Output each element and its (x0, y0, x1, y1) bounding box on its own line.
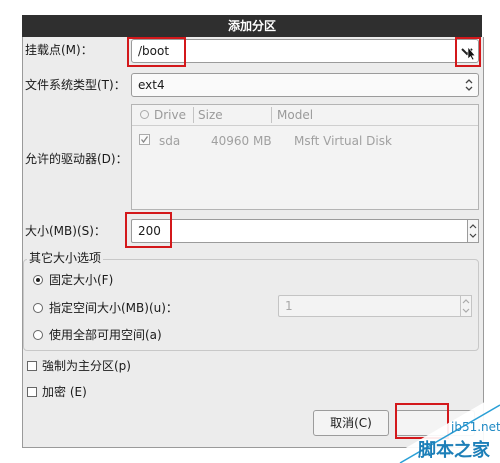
size-spin-buttons[interactable] (467, 219, 479, 243)
encrypt-label[interactable]: 加密 (E) (42, 384, 87, 400)
col-size[interactable]: Size (198, 108, 223, 122)
use-all-space-label[interactable]: 使用全部可用空间(a) (49, 327, 162, 343)
specify-size-field[interactable]: 1 (278, 295, 462, 317)
size-label: 大小(MB)(S)： (25, 224, 106, 238)
drives-table[interactable]: Drive Size Model sda 40960 MB Msft Virtu… (131, 104, 479, 210)
specify-size-label[interactable]: 指定空间大小(MB)(u)： (49, 300, 178, 316)
col-model[interactable]: Model (277, 108, 313, 122)
specify-size-value: 1 (285, 299, 293, 313)
watermark-site: jb51.net (451, 420, 500, 434)
header-radio-icon (140, 110, 149, 119)
size-highlight (125, 212, 172, 248)
specify-size-radio[interactable] (33, 303, 43, 313)
cancel-button[interactable]: 取消(C) (313, 410, 389, 436)
force-primary-checkbox[interactable] (27, 361, 37, 371)
drive-checkbox[interactable] (139, 134, 150, 145)
mount-point-label: 挂载点(M)： (25, 43, 93, 57)
updown-arrows-icon (464, 78, 474, 95)
fs-type-combo[interactable]: ext4 (131, 73, 479, 97)
fs-type-value: ext4 (138, 78, 165, 92)
dialog-title: 添加分区 (22, 15, 482, 37)
other-size-legend: 其它大小选项 (27, 250, 104, 266)
watermark-brand: 脚本之家 (418, 440, 490, 461)
fixed-size-radio[interactable] (33, 275, 43, 285)
force-primary-label[interactable]: 強制为主分区(p) (42, 358, 131, 374)
mount-point-highlight (127, 37, 186, 67)
fs-type-label: 文件系统类型(T)： (25, 78, 126, 92)
drive-size: 40960 MB (211, 134, 272, 148)
add-partition-dialog: 挂载点(M)： /boot 文件系统类型(T)： ext4 允许的驱动器(D)：… (22, 37, 484, 448)
specify-size-spin-buttons[interactable] (460, 295, 472, 317)
drive-model: Msft Virtual Disk (294, 134, 392, 148)
encrypt-checkbox[interactable] (27, 387, 37, 397)
chevron-down-icon[interactable] (460, 42, 476, 61)
col-drive[interactable]: Drive (154, 108, 186, 122)
drive-name: sda (159, 134, 181, 148)
size-spin-field[interactable]: 200 (131, 219, 469, 243)
use-all-space-radio[interactable] (33, 330, 43, 340)
drives-label: 允许的驱动器(D)： (25, 152, 128, 166)
fixed-size-label[interactable]: 固定大小(F) (49, 272, 113, 288)
